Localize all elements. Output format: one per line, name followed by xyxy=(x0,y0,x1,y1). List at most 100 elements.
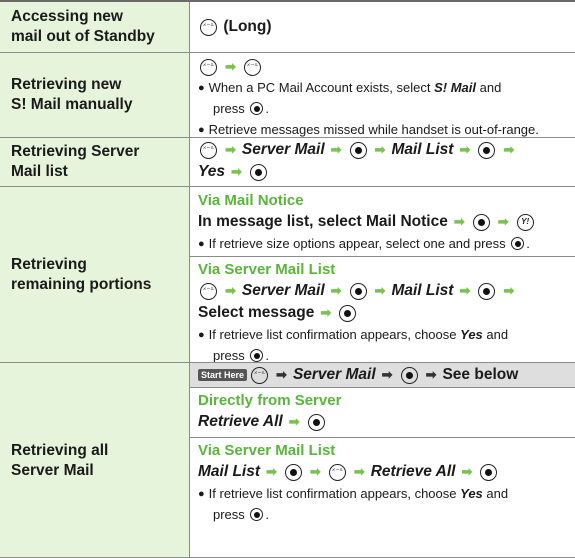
bullet-text: press xyxy=(213,100,245,116)
row-content-server-mail-list: ➡ Server Mail ➡ ➡ Mail List ➡ ➡ Yes ➡ xyxy=(190,139,575,183)
mail-list-term: Mail List xyxy=(198,463,261,480)
center-key-icon xyxy=(250,102,264,115)
arrow-icon: ➡ xyxy=(288,414,300,429)
bullet-icon: ● xyxy=(198,328,205,341)
label-line: mail out of Standby xyxy=(11,28,155,45)
center-key-icon xyxy=(339,304,357,322)
step-text: In message list, select Mail Notice xyxy=(198,213,448,230)
arrow-icon: ➡ xyxy=(374,283,386,298)
instruction-table: Accessing newmail out of Standby (Long) … xyxy=(0,0,575,558)
server-mail-term: Server Mail xyxy=(241,141,325,158)
center-key-icon xyxy=(349,141,367,159)
step-text: Select message xyxy=(198,304,315,321)
see-below-text: See below xyxy=(442,366,519,383)
section-title: Directly from Server xyxy=(198,391,342,409)
retrieve-all-term: Retrieve All xyxy=(198,413,283,430)
center-key-icon xyxy=(478,282,496,300)
center-key-icon xyxy=(400,366,418,384)
start-here-badge: Start Here xyxy=(198,369,248,381)
row-label-accessing-mail: Accessing new mail out of Standby xyxy=(0,2,189,52)
arrow-icon: ➡ xyxy=(225,142,236,157)
bullet-icon: ● xyxy=(198,123,205,136)
mail-key-icon xyxy=(328,463,346,481)
row-label-server-mail-list: Retrieving Server Mail list xyxy=(0,138,189,186)
label-line: Retrieving all xyxy=(11,441,109,459)
arrow-icon: ➡ xyxy=(503,283,515,298)
center-key-icon xyxy=(250,508,264,521)
yes-term: Yes xyxy=(460,326,483,342)
server-mail-term: Server Mail xyxy=(292,366,376,383)
arrow-icon: ➡ xyxy=(425,367,437,382)
center-key-icon xyxy=(349,282,367,300)
center-key-icon xyxy=(307,413,325,431)
label-line: Retrieving new xyxy=(11,76,122,93)
section-title: Via Server Mail List xyxy=(198,260,336,278)
row-label-retrieving-all: Retrieving all Server Mail xyxy=(0,363,189,558)
arrow-icon: ➡ xyxy=(503,142,515,157)
arrow-icon: ➡ xyxy=(330,283,342,298)
label-line: Accessing new xyxy=(11,8,123,25)
mail-key-icon xyxy=(200,18,217,36)
arrow-icon: ➡ xyxy=(353,464,365,479)
center-key-icon xyxy=(249,163,267,181)
start-here-bar: Start Here ➡ Server Mail ➡ ➡ See below xyxy=(190,363,575,387)
bullet-text: If retrieve list confirmation appears, c… xyxy=(208,485,457,501)
arrow-icon: ➡ xyxy=(320,305,332,320)
arrow-icon: ➡ xyxy=(381,367,393,382)
mail-list-term: Mail List xyxy=(391,282,454,299)
retrieve-all-term: Retrieve All xyxy=(370,463,456,480)
section-separator xyxy=(190,437,575,438)
bullet-text: If retrieve size options appear, select … xyxy=(208,235,506,251)
row-content-accessing-mail: (Long) xyxy=(190,2,575,52)
arrow-icon: ➡ xyxy=(266,464,277,479)
long-press-text: (Long) xyxy=(223,18,272,35)
section-via-mail-notice: Via Mail Notice In message list, select … xyxy=(190,189,575,254)
s-mail-term: S! Mail xyxy=(434,79,476,95)
section-separator xyxy=(190,256,575,257)
center-key-icon xyxy=(478,141,496,159)
mail-key-icon xyxy=(200,58,217,76)
arrow-icon: ➡ xyxy=(453,214,465,229)
label-line: Server Mail xyxy=(11,461,94,479)
bullet-icon: ● xyxy=(198,237,205,250)
section-separator xyxy=(190,387,575,388)
yahoo-key-icon xyxy=(516,213,534,231)
bullet-text: When a PC Mail Account exists, select xyxy=(208,79,431,95)
bullet-icon: ● xyxy=(198,487,205,500)
label-line: Mail list xyxy=(11,163,68,180)
bullet-text: Retrieve messages missed while handset i… xyxy=(208,121,539,137)
bullet-text: press xyxy=(213,506,245,522)
center-key-icon xyxy=(511,237,525,250)
center-key-icon xyxy=(480,463,498,481)
bullet-icon: ● xyxy=(198,81,205,94)
center-key-icon xyxy=(250,349,264,362)
server-mail-term: Server Mail xyxy=(241,282,325,299)
arrow-icon: ➡ xyxy=(497,214,509,229)
section-via-server-mail-list: Via Server Mail List ➡ Server Mail ➡ ➡ Mail … xyxy=(190,258,575,366)
yes-term: Yes xyxy=(460,485,483,501)
bullet-text: If retrieve list confirmation appears, c… xyxy=(208,326,457,342)
section-title: Via Mail Notice xyxy=(198,191,304,209)
arrow-icon: ➡ xyxy=(276,367,287,382)
arrow-icon: ➡ xyxy=(461,464,473,479)
mail-key-icon xyxy=(243,58,261,76)
arrow-icon: ➡ xyxy=(459,283,471,298)
arrow-icon: ➡ xyxy=(459,142,471,157)
row-label-retrieving-new: Retrieving new S! Mail manually xyxy=(0,53,189,137)
mail-key-icon xyxy=(200,282,217,300)
label-line: Retrieving xyxy=(11,255,87,273)
label-line: Retrieving Server xyxy=(11,143,140,160)
arrow-icon: ➡ xyxy=(309,464,321,479)
center-key-icon xyxy=(472,213,490,231)
section-title: Via Server Mail List xyxy=(198,441,336,459)
row-content-retrieving-new: ➡ ●When a PC Mail Account exists, select… xyxy=(190,57,575,140)
bullet-text: and xyxy=(486,485,509,501)
arrow-icon: ➡ xyxy=(330,142,342,157)
label-line: S! Mail manually xyxy=(11,96,133,113)
label-line: remaining portions xyxy=(11,275,152,293)
bullet-text: and xyxy=(479,79,502,95)
mail-list-term: Mail List xyxy=(391,141,454,158)
yes-term: Yes xyxy=(198,163,226,180)
arrow-icon: ➡ xyxy=(374,142,386,157)
mail-key-icon xyxy=(200,141,217,159)
